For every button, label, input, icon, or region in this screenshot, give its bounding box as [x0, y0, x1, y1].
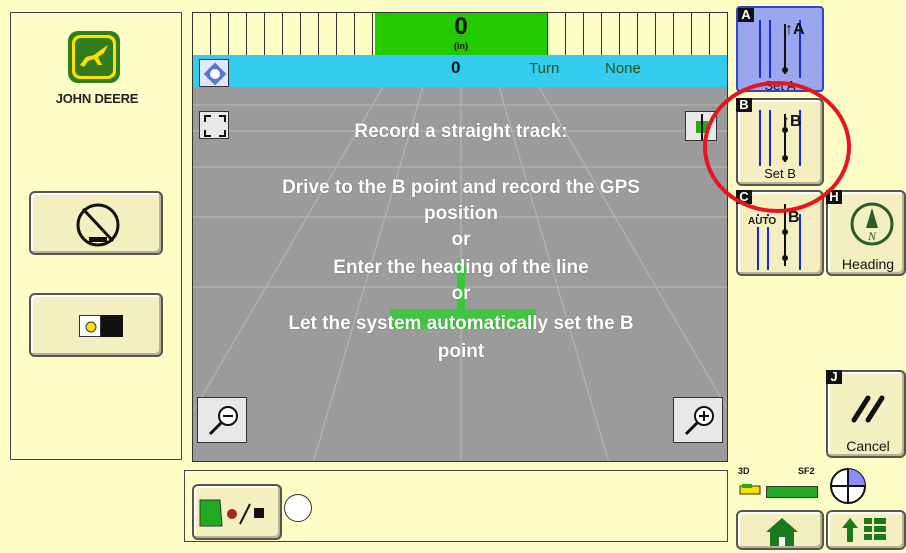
cancel-button[interactable]: J Cancel [826, 370, 906, 458]
gps-quality-icon [830, 468, 866, 504]
globe-rotate-icon [203, 62, 227, 86]
svg-text:N: N [867, 229, 877, 243]
zoom-out-button[interactable] [197, 397, 247, 443]
receiver-icon [738, 482, 762, 496]
lightbar-ruler: 0 (in) [193, 13, 727, 55]
instruction-line-5: point [437, 341, 485, 362]
svg-text:↑A: ↑A [785, 21, 805, 38]
signal-strength-bar [766, 486, 818, 498]
turn-label: Turn [529, 60, 560, 77]
instruction-line-3: Enter the heading of the line [333, 257, 589, 278]
guidance-map[interactable]: 0 (in) 0 Turn None Record a straight tra… [192, 12, 728, 462]
moon-icon [101, 315, 123, 337]
offset-value: 0 [454, 13, 468, 40]
instruction-line-1: Drive to the B point and record the GPS [282, 177, 640, 198]
recording-button[interactable] [192, 484, 282, 540]
set-a-key-letter: A [738, 8, 754, 22]
john-deere-logo [68, 31, 120, 83]
track-offset: 0 [451, 58, 461, 77]
gps-signal: SF2 [798, 466, 815, 476]
speed-unavailable-button[interactable] [29, 191, 163, 255]
home-icon [766, 518, 798, 546]
day-night-button[interactable] [29, 293, 163, 357]
left-panel: John Deere [10, 12, 182, 460]
speedometer-disabled-icon [76, 203, 120, 247]
home-button[interactable] [736, 510, 824, 550]
instruction-or-1: or [451, 229, 471, 250]
turn-value: None [605, 60, 641, 77]
instruction-line-2: position [424, 203, 498, 224]
cancel-key-letter: J [826, 370, 842, 384]
cancel-label: Cancel [846, 438, 890, 454]
zoom-in-icon [684, 406, 714, 436]
brand-name: John Deere [55, 91, 139, 106]
menu-button[interactable] [826, 510, 906, 550]
menu-grid-icon [842, 518, 886, 542]
gps-mode: 3D [738, 466, 750, 476]
offset-unit: (in) [454, 41, 468, 51]
guidance-info-bar: 0 Turn None [193, 55, 727, 87]
heading-label: Heading [841, 256, 895, 272]
instruction-line-4: Let the system automatically set the B [288, 313, 634, 334]
zoom-in-button[interactable] [673, 397, 723, 443]
instruction-or-2: or [451, 283, 471, 304]
view-rotate-button[interactable] [199, 59, 229, 87]
auto-b-icon-text: AUTO [748, 216, 777, 227]
zoom-out-icon [208, 406, 238, 436]
instruction-title: Record a straight track: [354, 121, 568, 142]
sun-icon [79, 315, 101, 337]
ruler-ticks-left [193, 13, 375, 55]
status-circle [284, 494, 312, 522]
highlight-circle [703, 81, 851, 213]
ruler-ticks-right [547, 13, 727, 55]
